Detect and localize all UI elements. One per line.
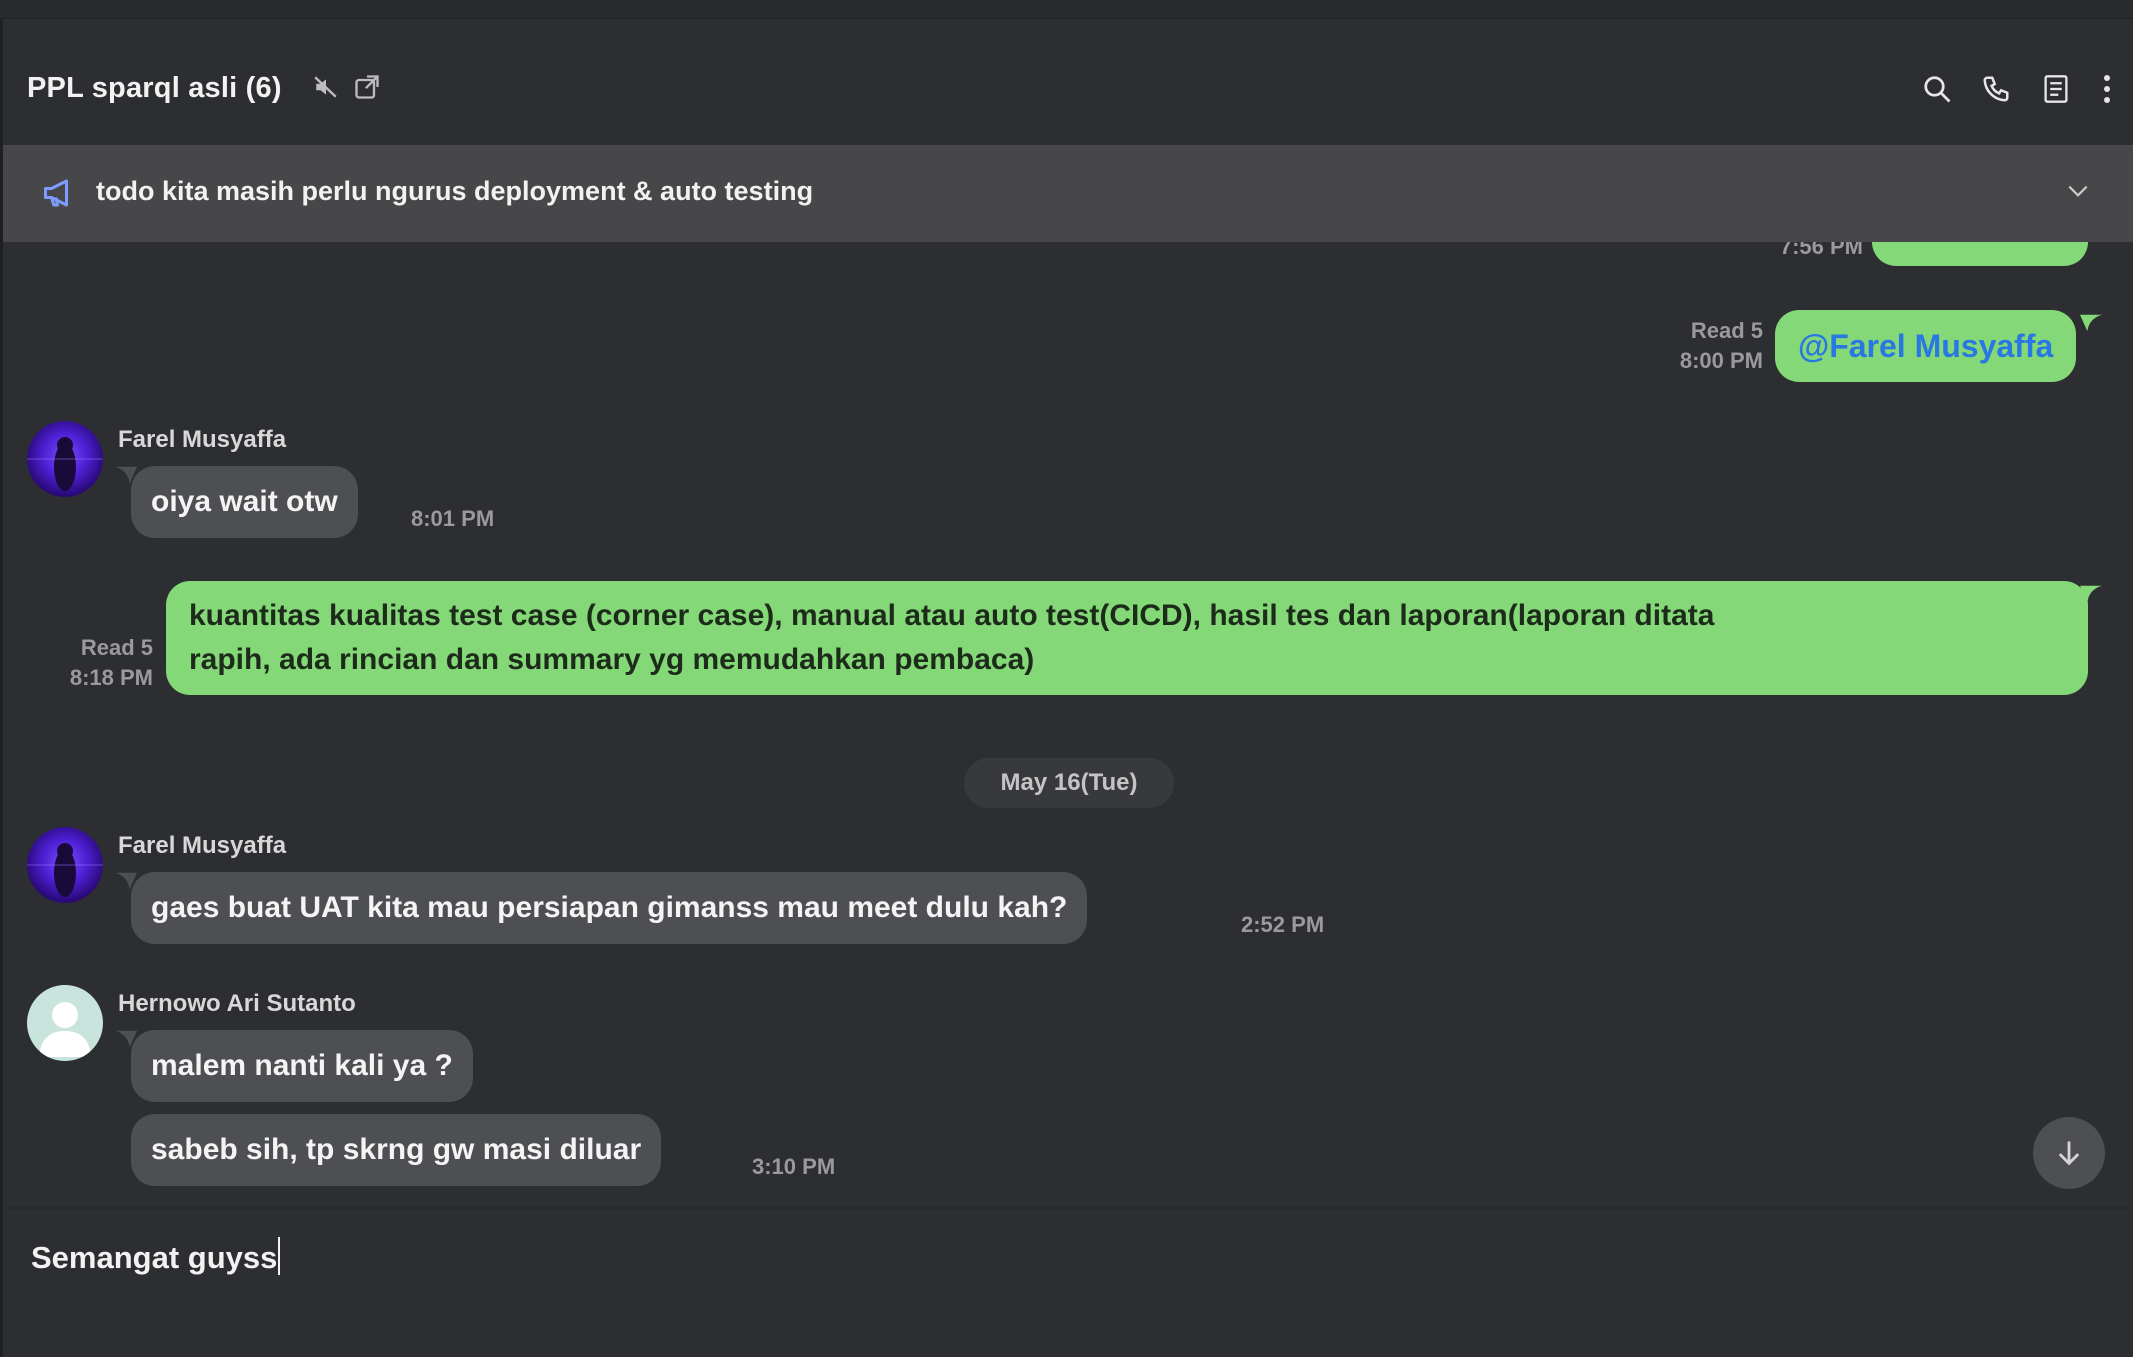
arrow-down-icon (2058, 1141, 2080, 1166)
message-time: 8:00 PM (1679, 348, 1763, 373)
date-separator: May 16(Tue) (964, 758, 1174, 808)
avatar[interactable] (27, 421, 103, 497)
call-icon[interactable] (1980, 73, 2012, 105)
message-bubble-incoming[interactable]: malem nanti kali ya ? (131, 1030, 473, 1102)
message-text: kuantitas kualitas test case (corner cas… (189, 599, 1715, 632)
message-list[interactable]: 7:56 PM Read 5 8:00 PM @Farel Musyaffa F… (3, 242, 2133, 1207)
message-input[interactable]: Semangat guyss (31, 1237, 281, 1276)
scroll-to-bottom-button[interactable] (2033, 1117, 2105, 1189)
message-time: 2:52 PM (1241, 912, 1325, 937)
chat-title: PPL sparql asli (6) (27, 72, 282, 104)
mention-link[interactable]: @Farel Musyaffa (1798, 328, 2053, 364)
message-time: 8:01 PM (411, 506, 495, 531)
bubble-tail (2080, 314, 2102, 332)
chevron-down-icon[interactable] (2065, 178, 2091, 209)
notes-icon[interactable] (2041, 73, 2071, 105)
message-time: 8:18 PM (69, 665, 153, 690)
message-bubble-outgoing[interactable] (1872, 242, 2088, 266)
message-bubble-incoming[interactable]: oiya wait otw (131, 466, 358, 538)
megaphone-icon (41, 175, 77, 216)
mute-icon[interactable] (312, 73, 340, 101)
sender-name: Farel Musyaffa (118, 426, 287, 453)
message-time: 7:56 PM (1779, 242, 1863, 259)
sender-name: Hernowo Ari Sutanto (118, 990, 356, 1017)
chat-header: PPL sparql asli (6) (3, 21, 2133, 145)
message-time: 3:10 PM (752, 1154, 836, 1179)
message-bubble-incoming[interactable]: gaes buat UAT kita mau persiapan gimanss… (131, 872, 1088, 944)
message-bubble-incoming[interactable]: sabeb sih, tp skrng gw masi diluar (131, 1114, 662, 1186)
chat-window: PPL sparql asli (6) todo kita masih perl… (0, 0, 2133, 1357)
popout-icon[interactable] (352, 72, 382, 102)
read-receipt: Read 5 (80, 635, 153, 660)
announcement-banner[interactable]: todo kita masih perlu ngurus deployment … (3, 145, 2133, 242)
message-bubble-outgoing[interactable]: @Farel Musyaffa (1775, 310, 2077, 382)
read-receipt: Read 5 (1690, 318, 1763, 343)
message-input-text: Semangat guyss (31, 1240, 278, 1275)
message-text: rapih, ada rincian dan summary yg memuda… (189, 643, 1035, 676)
text-caret (278, 1237, 281, 1275)
message-composer[interactable]: Semangat guyss (3, 1207, 2133, 1357)
more-icon[interactable] (2097, 73, 2117, 105)
avatar[interactable] (27, 985, 103, 1061)
avatar[interactable] (27, 827, 103, 903)
search-icon[interactable] (1921, 73, 1953, 105)
message-bubble-outgoing[interactable]: kuantitas kualitas test case (corner cas… (166, 581, 2088, 695)
announcement-text: todo kita masih perlu ngurus deployment … (96, 176, 814, 206)
bubble-tail (2080, 585, 2102, 603)
window-top-strip (0, 0, 2133, 19)
sender-name: Farel Musyaffa (118, 832, 287, 859)
